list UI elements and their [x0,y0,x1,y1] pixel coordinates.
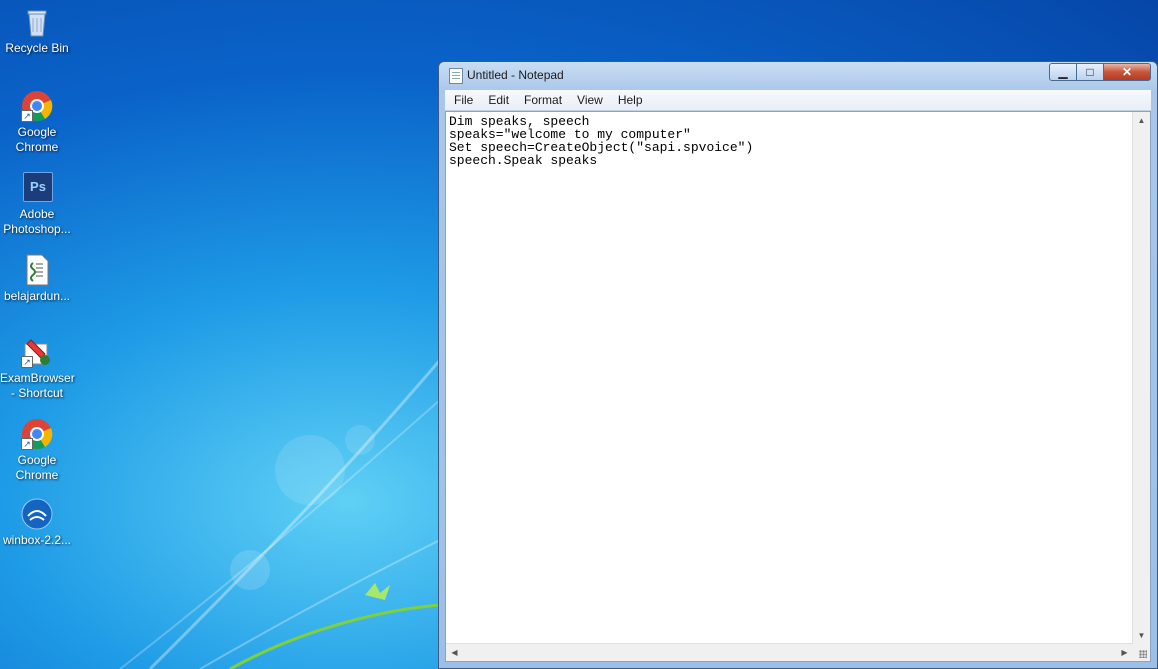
desktop-icon-google-chrome-2[interactable]: ↗ Google Chrome [0,418,74,483]
menu-edit[interactable]: Edit [479,90,515,107]
exam-browser-icon: ↗ [21,336,53,368]
text-content[interactable]: Dim speaks, speech speaks="welcome to my… [449,115,1132,643]
shortcut-arrow-icon: ↗ [21,438,33,450]
notepad-window: Untitled - Notepad ▁ □ ✕ File Edit Format V… [438,61,1158,669]
maximize-icon: □ [1086,65,1094,79]
chrome-icon: ↗ [21,418,53,450]
shortcut-arrow-icon: ↗ [21,356,33,368]
desktop-icon-script-file[interactable]: belajardun... [0,254,74,304]
close-button[interactable]: ✕ [1103,63,1151,81]
winbox-icon [21,498,53,530]
desktop-icon-label: ExamBrowser - Shortcut [0,371,75,400]
desktop-icon-recycle-bin[interactable]: Recycle Bin [0,6,74,56]
close-icon: ✕ [1121,65,1133,79]
vertical-scrollbar[interactable]: ▲ ▼ [1132,112,1150,644]
horizontal-scrollbar[interactable]: ◀ ▶ [446,643,1133,661]
menu-format[interactable]: Format [515,90,568,107]
notepad-icon [449,68,463,84]
scroll-right-icon[interactable]: ▶ [1116,644,1133,661]
scroll-up-icon[interactable]: ▲ [1133,112,1150,129]
window-title: Untitled - Notepad [467,68,564,82]
desktop-icon-label: winbox-2.2... [2,533,72,547]
desktop-icon-photoshop[interactable]: Ps Adobe Photoshop... [0,170,74,237]
minimize-icon: ▁ [1058,65,1068,79]
shortcut-arrow-icon: ↗ [21,110,33,122]
menu-help[interactable]: Help [609,90,649,107]
desktop-icon-label: belajardun... [3,289,71,303]
editor-area[interactable]: Dim speaks, speech speaks="welcome to my… [445,111,1151,662]
menu-file[interactable]: File [445,90,479,107]
title-bar[interactable]: Untitled - Notepad ▁ □ ✕ [439,62,1157,88]
desktop-icon-google-chrome[interactable]: ↗ Google Chrome [0,90,74,155]
desktop-icon-exam-browser[interactable]: ↗ ExamBrowser - Shortcut [0,336,75,401]
desktop-icon-winbox[interactable]: winbox-2.2... [0,498,74,548]
desktop-icon-label: Recycle Bin [5,41,69,55]
desktop-icon-label: Google Chrome [15,125,59,154]
desktop-icon-label: Google Chrome [15,453,59,482]
minimize-button[interactable]: ▁ [1049,63,1077,81]
menu-view[interactable]: View [568,90,609,107]
recycle-bin-icon [21,6,53,38]
resize-grip[interactable] [1133,644,1150,661]
scroll-down-icon[interactable]: ▼ [1133,627,1150,644]
menu-bar: File Edit Format View Help [445,90,1151,111]
script-file-icon [21,254,53,286]
chrome-icon: ↗ [21,90,53,122]
desktop-icon-label: Adobe Photoshop... [3,207,71,236]
photoshop-icon: Ps [21,172,53,204]
scroll-left-icon[interactable]: ◀ [446,644,463,661]
maximize-button[interactable]: □ [1076,63,1104,81]
